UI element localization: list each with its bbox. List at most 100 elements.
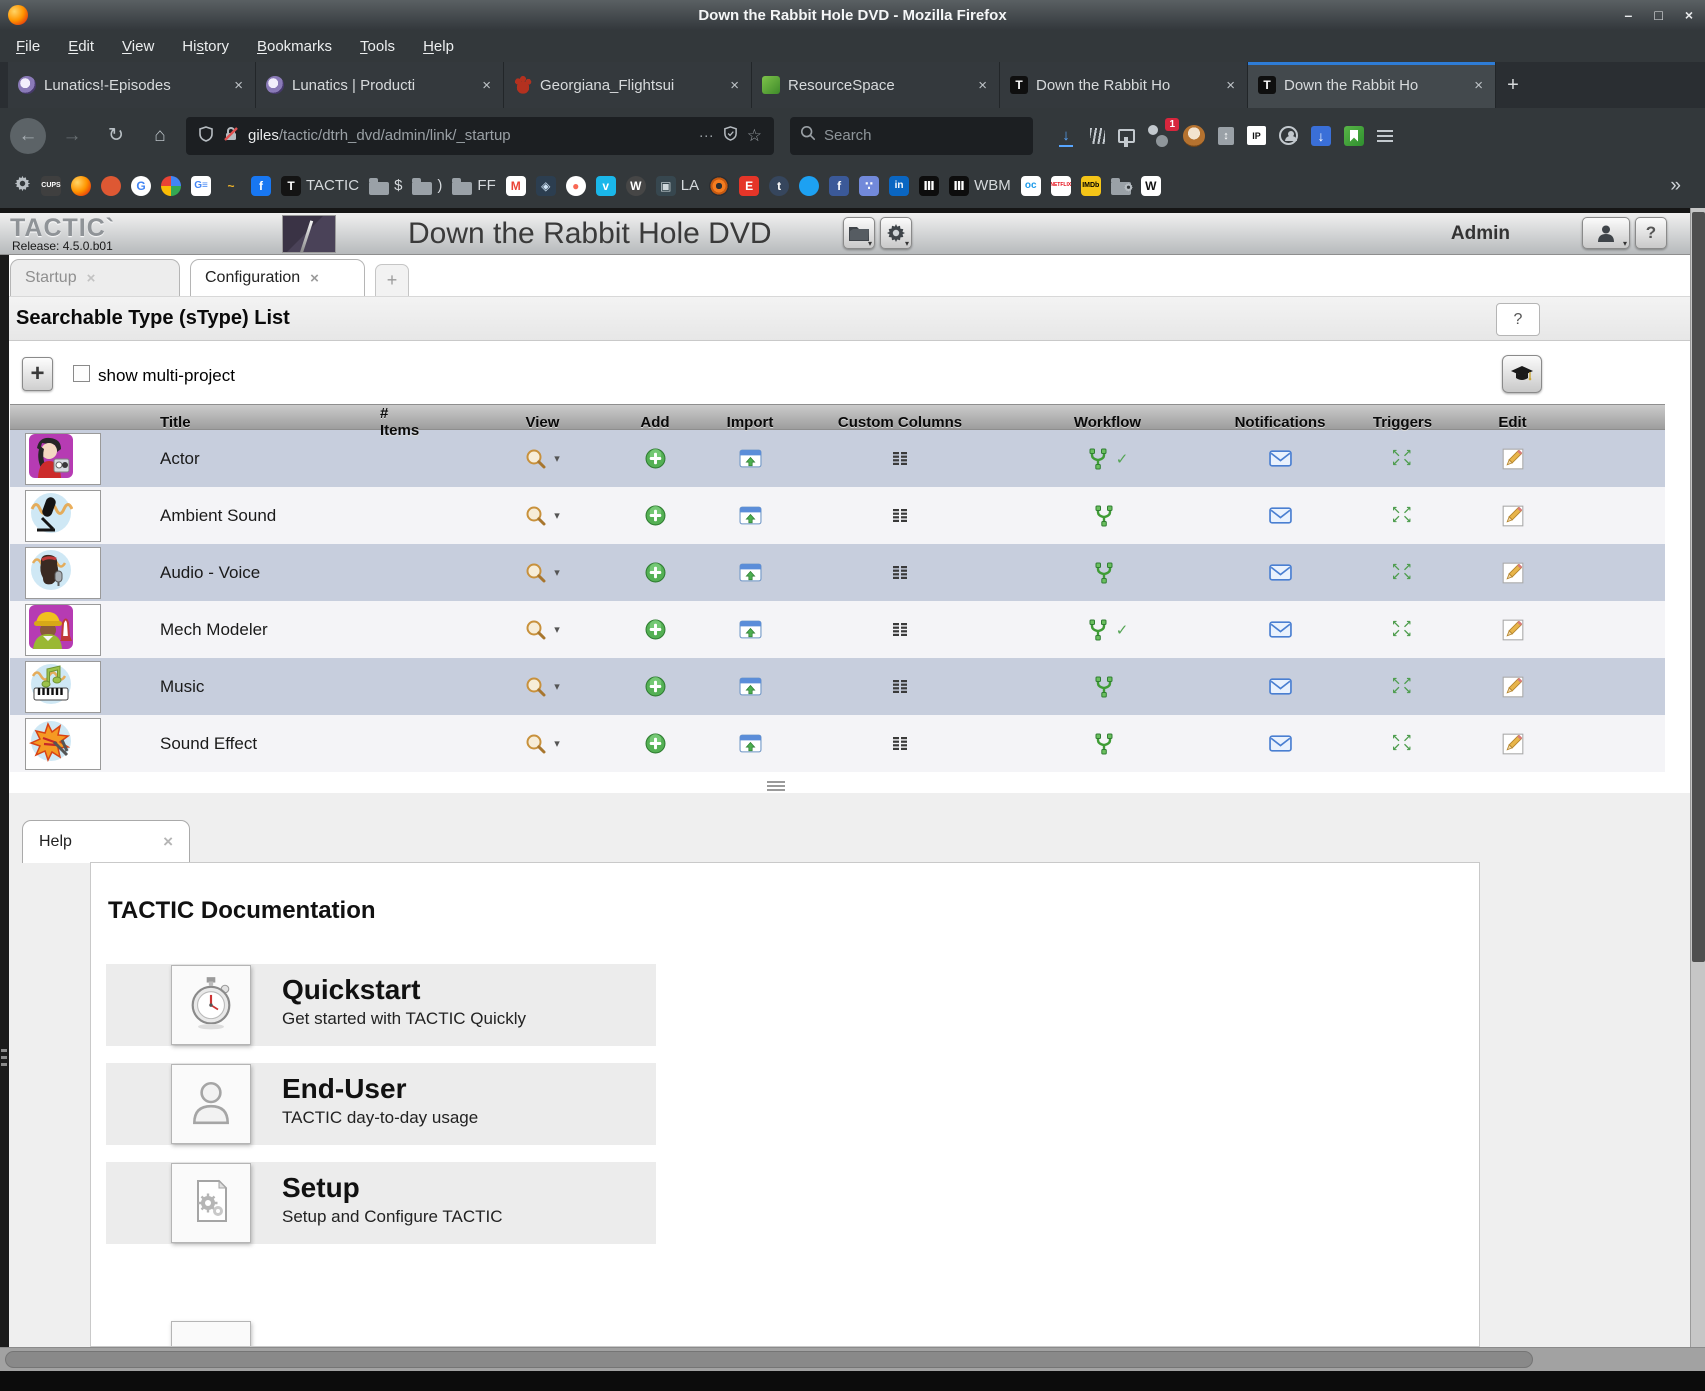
edit-pencil-icon[interactable]	[1501, 618, 1525, 642]
search-input[interactable]	[824, 127, 1023, 144]
tactic-new-tab-button[interactable]: +	[375, 264, 409, 296]
notifications-envelope-icon[interactable]	[1269, 735, 1292, 752]
triggers-icon[interactable]: ↖↗↙↘	[1392, 678, 1414, 696]
tactic-tab-close-icon[interactable]: ×	[310, 270, 319, 287]
doc-entry[interactable]: End-User TACTIC day-to-day usage	[106, 1063, 656, 1145]
search-bar[interactable]	[790, 117, 1033, 155]
user-menu-button[interactable]: ▾	[1582, 217, 1630, 249]
custom-columns-icon[interactable]	[891, 736, 909, 752]
horizontal-scrollbar-thumb[interactable]	[5, 1351, 1533, 1368]
bookmark-discord[interactable]: ∵	[859, 176, 879, 196]
doc-entry[interactable]: Quickstart Get started with TACTIC Quick…	[106, 964, 656, 1046]
tactic-tab[interactable]: Configuration ×	[190, 259, 365, 296]
doc-entry-title[interactable]: Setup	[282, 1173, 656, 1203]
custom-columns-icon[interactable]	[891, 508, 909, 524]
stype-thumbnail[interactable]	[25, 718, 101, 770]
download-icon[interactable]: ↓	[1055, 125, 1077, 147]
bookmark-gear[interactable]	[14, 175, 31, 196]
bookmark-folder-paren[interactable]: )	[412, 177, 442, 195]
maximize-button[interactable]: □	[1654, 7, 1662, 23]
import-icon[interactable]	[739, 449, 762, 468]
view-dropdown-icon[interactable]: ▾	[554, 623, 560, 636]
browser-tab[interactable]: Georgiana_Flightsui ×	[504, 62, 752, 108]
view-dropdown-icon[interactable]: ▾	[554, 566, 560, 579]
view-search-icon[interactable]	[525, 448, 547, 470]
view-search-icon[interactable]	[525, 619, 547, 641]
view-dropdown-icon[interactable]: ▾	[554, 509, 560, 522]
extension-raccoon-icon[interactable]	[1183, 125, 1205, 147]
notifications-envelope-icon[interactable]	[1269, 507, 1292, 524]
add-item-icon[interactable]	[645, 676, 666, 697]
help-tab[interactable]: Help ×	[22, 820, 190, 863]
custom-columns-icon[interactable]	[891, 565, 909, 581]
bookmark-la[interactable]: ▣LA	[656, 176, 699, 196]
stype-thumbnail[interactable]	[25, 433, 101, 485]
tab-close-icon[interactable]: ×	[480, 77, 493, 94]
bookmark-oc[interactable]: oc	[1021, 176, 1041, 196]
forward-button[interactable]: →	[54, 118, 90, 154]
menu-history[interactable]: History	[182, 38, 229, 55]
minimize-button[interactable]: –	[1625, 7, 1633, 23]
workflow-icon[interactable]	[1093, 733, 1115, 755]
bookmark-folder-ff[interactable]: FF	[452, 177, 495, 195]
bookmark-folder-dollar[interactable]: $	[369, 177, 402, 195]
workflow-icon[interactable]	[1087, 619, 1109, 641]
bookmark-cups[interactable]: CUPS	[41, 176, 61, 196]
add-stype-button[interactable]: +	[22, 357, 53, 391]
bookmark-wayback[interactable]: ⅢWBM	[949, 176, 1011, 196]
stype-thumbnail[interactable]	[25, 547, 101, 599]
bookmark-rings[interactable]	[709, 176, 729, 196]
bookmark-dark-badge[interactable]: ◈	[536, 176, 556, 196]
bookmark-wikipedia[interactable]: W	[1141, 176, 1161, 196]
insecure-lock-icon[interactable]	[223, 126, 239, 146]
bookmark-google-news[interactable]: G≡	[191, 176, 211, 196]
menu-edit[interactable]: Edit	[68, 38, 94, 55]
stype-thumbnail[interactable]	[25, 661, 101, 713]
view-search-icon[interactable]	[525, 676, 547, 698]
browser-tab[interactable]: Lunatics!-Episodes ×	[8, 62, 256, 108]
bookmark-facebook[interactable]: f	[251, 176, 271, 196]
extension-orbs-icon[interactable]: 1	[1148, 125, 1170, 147]
bookmark-wordpress[interactable]: W	[626, 176, 646, 196]
menu-file[interactable]: File	[16, 38, 40, 55]
page-actions-icon[interactable]: ···	[699, 127, 714, 144]
edit-pencil-icon[interactable]	[1501, 504, 1525, 528]
bookmark-google[interactable]: G	[131, 176, 151, 196]
bookmark-archive[interactable]: Ⅲ	[919, 176, 939, 196]
view-dropdown-icon[interactable]: ▾	[554, 680, 560, 693]
menu-tools[interactable]: Tools	[360, 38, 395, 55]
bookmark-vimeo[interactable]: v	[596, 176, 616, 196]
help-tab-close-icon[interactable]: ×	[163, 832, 173, 852]
notifications-envelope-icon[interactable]	[1269, 678, 1292, 695]
bookmark-imdb[interactable]: IMDb	[1081, 176, 1101, 196]
add-item-icon[interactable]	[645, 505, 666, 526]
doc-entry-partial[interactable]	[171, 1321, 251, 1347]
extension-ip-icon[interactable]: IP	[1247, 126, 1266, 145]
close-button[interactable]: ×	[1685, 7, 1693, 23]
extension-download-icon[interactable]: ↓	[1311, 126, 1331, 146]
browser-tab[interactable]: T Down the Rabbit Ho ×	[1248, 62, 1496, 108]
browser-tab[interactable]: ResourceSpace ×	[752, 62, 1000, 108]
bookmark-red-e[interactable]: E	[739, 176, 759, 196]
bookmark-patreon[interactable]: ●	[566, 176, 586, 196]
bookmark-folder-gear[interactable]	[1111, 177, 1131, 195]
project-views-button[interactable]: ▾	[843, 217, 875, 249]
add-item-icon[interactable]	[645, 733, 666, 754]
url-bar[interactable]: giles/tactic/dtrh_dvd/admin/link/_startu…	[186, 117, 774, 155]
edit-pencil-icon[interactable]	[1501, 447, 1525, 471]
extension-updown-icon[interactable]: ↕	[1218, 127, 1234, 145]
bookmark-duckduckgo[interactable]	[101, 176, 121, 196]
tab-close-icon[interactable]: ×	[728, 77, 741, 94]
edit-pencil-icon[interactable]	[1501, 675, 1525, 699]
tab-close-icon[interactable]: ×	[232, 77, 245, 94]
doc-entry-title[interactable]: End-User	[282, 1074, 656, 1104]
bookmark-gmail[interactable]: M	[506, 176, 526, 196]
menu-help[interactable]: Help	[423, 38, 454, 55]
import-icon[interactable]	[739, 734, 762, 753]
doc-entry-icon[interactable]	[171, 1163, 251, 1243]
doc-entry-title[interactable]: Quickstart	[282, 975, 656, 1005]
bookmark-star-icon[interactable]: ☆	[747, 126, 762, 146]
bookmark-tactic[interactable]: TTACTIC	[281, 176, 359, 196]
notifications-envelope-icon[interactable]	[1269, 450, 1292, 467]
add-item-icon[interactable]	[645, 562, 666, 583]
